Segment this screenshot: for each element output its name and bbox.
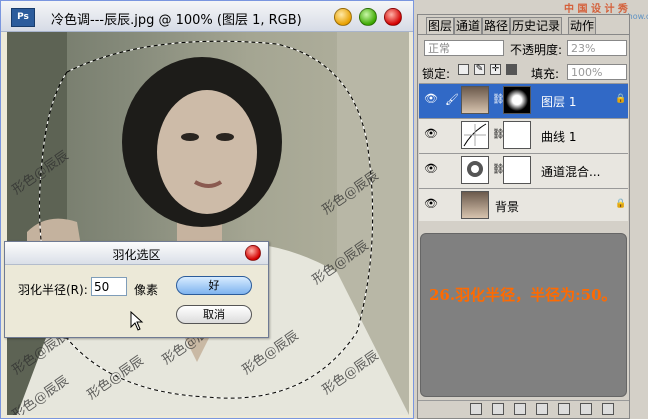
panel-tabs: 图层 通道 路径 历史记录 动作 [418, 15, 629, 35]
link-layers-icon[interactable] [470, 403, 482, 415]
eye-icon[interactable]: 👁 [424, 128, 438, 140]
opacity-input[interactable]: 23% [567, 40, 627, 56]
layer-row[interactable]: 👁 🖌 ⛓ 图层 1 🔒 [419, 83, 628, 118]
ok-button[interactable]: 好 [176, 276, 252, 295]
layer-thumbnail [461, 86, 489, 114]
layer-style-icon[interactable] [492, 403, 504, 415]
curves-adjustment-icon [461, 121, 489, 149]
layer-name: 通道混合... [541, 165, 601, 179]
document-window: Ps 冷色调---辰辰.jpg @ 100% (图层 1, RGB) 形色@辰辰… [0, 0, 414, 419]
lock-icon: 🔒 [615, 199, 627, 209]
fill-label: 填充: [531, 67, 560, 81]
tab-paths[interactable]: 路径 [482, 17, 511, 34]
tab-channels[interactable]: 通道 [454, 17, 483, 34]
eye-icon[interactable]: 👁 [424, 163, 438, 175]
layer-row[interactable]: 👁 背景 🔒 [419, 188, 628, 221]
lock-move-icon[interactable]: ✛ [490, 64, 501, 75]
lock-icon: 🔒 [615, 94, 627, 104]
lock-transparency-icon[interactable] [458, 64, 469, 75]
layer-name: 背景 [495, 200, 520, 214]
opacity-label: 不透明度: [510, 43, 563, 57]
tutorial-step-text: 26.羽化半径，半径为:50。 [429, 286, 617, 304]
tab-layers[interactable]: 图层 [426, 17, 455, 34]
tab-actions[interactable]: 动作 [568, 17, 597, 34]
layer-name: 曲线 1 [541, 130, 577, 144]
fill-input[interactable]: 100% [567, 64, 627, 80]
layer-row[interactable]: 👁 ⛓ 曲线 1 [419, 118, 628, 153]
channel-mixer-icon [461, 156, 489, 184]
maximize-button[interactable] [359, 8, 377, 26]
eye-icon[interactable]: 👁 [424, 198, 438, 210]
tutorial-note-box: 26.羽化半径，半径为:50。 [420, 233, 627, 397]
eye-icon[interactable]: 👁 [424, 93, 438, 105]
dialog-title: 羽化选区 [112, 248, 161, 262]
lock-paint-icon[interactable]: ✎ [474, 64, 485, 75]
ps-app-icon[interactable]: Ps [11, 8, 35, 27]
trash-icon[interactable] [602, 403, 614, 415]
dialog-close-button[interactable] [245, 245, 261, 261]
layer-mask-thumbnail [503, 86, 531, 114]
lock-all-icon[interactable] [506, 64, 517, 75]
pixel-unit-label: 像素 [134, 283, 159, 297]
layer-thumbnail [461, 191, 489, 219]
layers-panel-toolbar [418, 400, 629, 419]
adjustment-layer-icon[interactable] [558, 403, 570, 415]
new-group-icon[interactable] [536, 403, 548, 415]
blend-mode-select[interactable]: 正常 [424, 40, 504, 56]
add-mask-icon[interactable] [514, 403, 526, 415]
document-title-bar[interactable]: Ps 冷色调---辰辰.jpg @ 100% (图层 1, RGB) [1, 1, 413, 32]
feather-radius-label: 羽化半径(R): [18, 283, 88, 297]
lock-label: 锁定: [422, 67, 451, 81]
document-title: 冷色调---辰辰.jpg @ 100% (图层 1, RGB) [51, 13, 302, 28]
dialog-title-bar[interactable]: 羽化选区 [5, 242, 268, 265]
mouse-pointer-icon [130, 311, 144, 331]
layer-row[interactable]: 👁 ⛓ 通道混合... [419, 153, 628, 188]
close-button[interactable] [384, 8, 402, 26]
new-layer-icon[interactable] [580, 403, 592, 415]
layer-mask-thumbnail [503, 121, 531, 149]
cancel-button[interactable]: 取消 [176, 305, 252, 324]
tab-history[interactable]: 历史记录 [510, 17, 563, 34]
minimize-button[interactable] [334, 8, 352, 26]
layer-name: 图层 1 [541, 95, 577, 109]
feather-radius-input[interactable]: 50 [91, 277, 127, 296]
canvas-photo[interactable]: 形色@辰辰 形色@辰辰 形色@辰辰 形色@辰辰 形色@辰辰 形色@辰辰 形色@辰… [7, 32, 409, 415]
portrait-image [7, 32, 409, 415]
layer-mask-thumbnail [503, 156, 531, 184]
brush-icon: 🖌 [445, 93, 459, 106]
layers-panel: 图层 通道 路径 历史记录 动作 正常 不透明度: 23% 锁定: ✎ ✛ 填充… [417, 14, 630, 419]
